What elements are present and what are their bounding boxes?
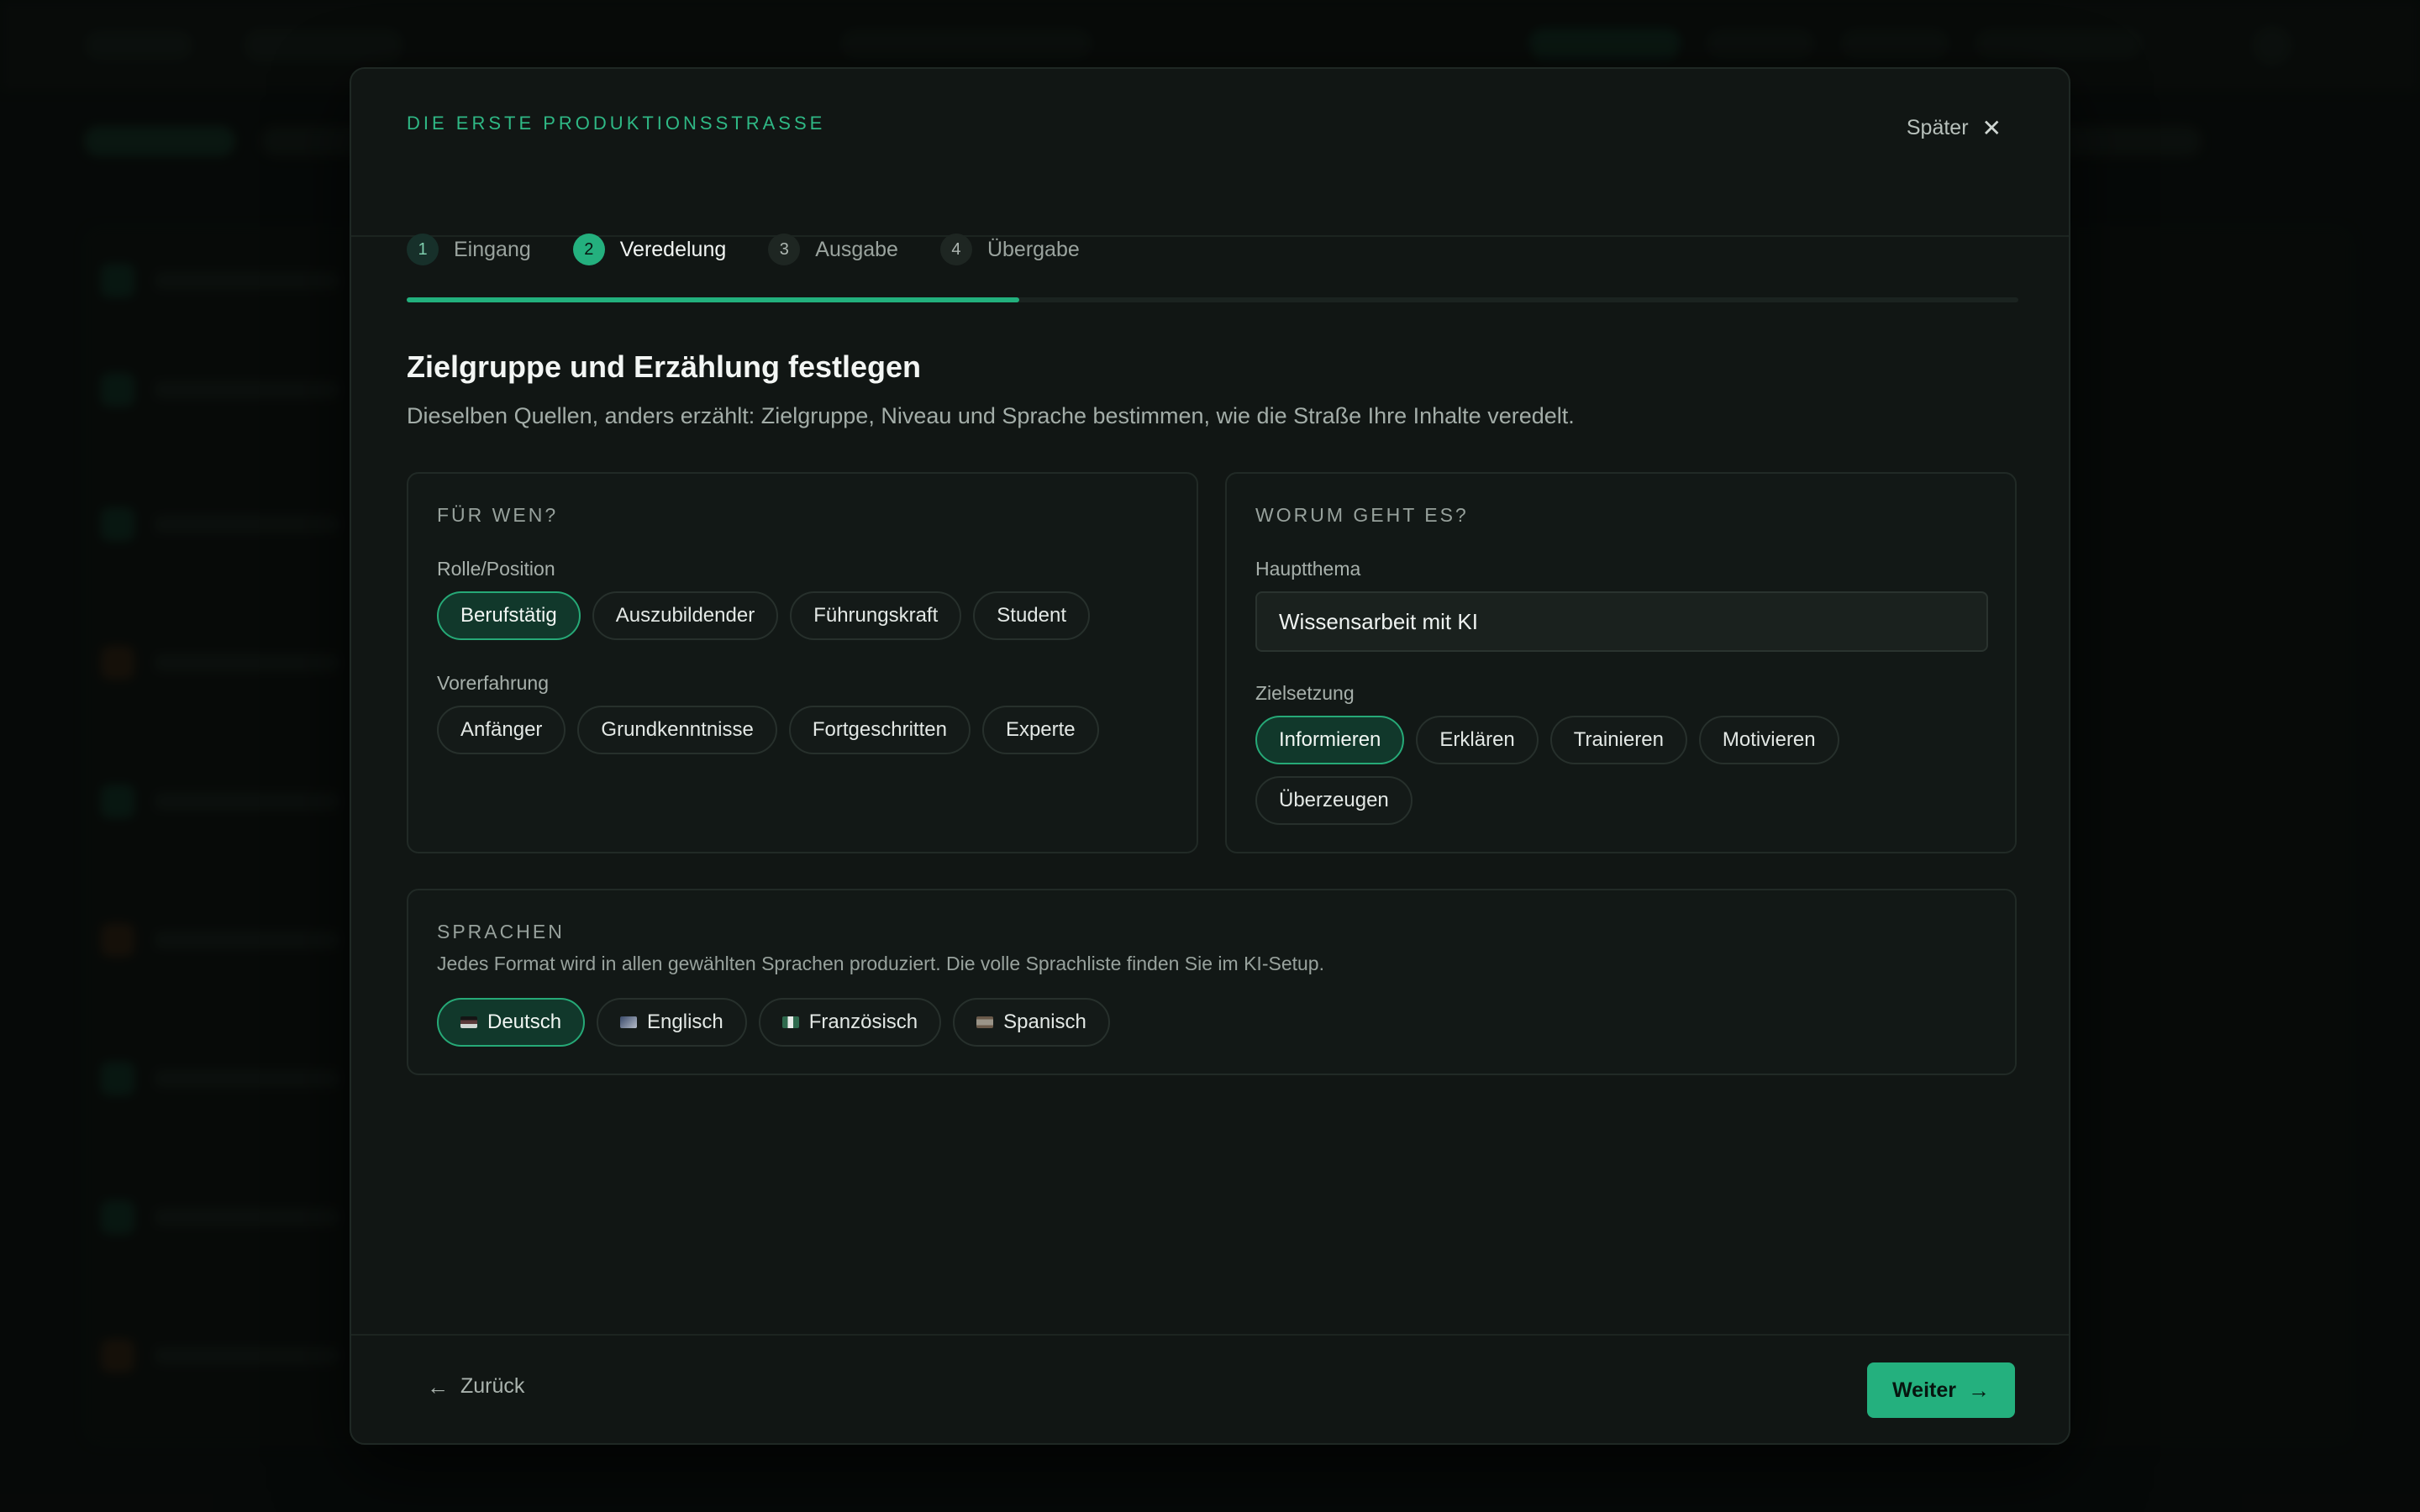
topic-input[interactable]	[1255, 591, 1988, 652]
role-chip[interactable]: Auszubildender	[592, 591, 779, 640]
language-chips: Deutsch Englisch Französisch Spanisch	[437, 998, 1949, 1047]
modal-eyebrow: DIE ERSTE PRODUKTIONSSTRASSE	[407, 113, 826, 134]
role-label: Rolle/Position	[437, 558, 555, 580]
step-2[interactable]: 2 Veredelung	[572, 234, 727, 265]
goal-chip-label: Trainieren	[1573, 728, 1664, 751]
language-chip-label: Französisch	[808, 1011, 918, 1033]
experience-chip-label: Grundkenntnisse	[601, 718, 754, 741]
later-button[interactable]: Später ✕	[1907, 116, 2002, 140]
step-4[interactable]: 4 Übergabe	[939, 234, 1080, 265]
step-label: Übergabe	[986, 237, 1080, 261]
language-chip[interactable]: Englisch	[597, 998, 747, 1047]
experience-chip-label: Fortgeschritten	[812, 718, 947, 741]
close-icon: ✕	[1981, 114, 2002, 141]
back-button[interactable]: ← Zurück	[427, 1374, 524, 1399]
step-3[interactable]: 3 Ausgabe	[768, 234, 898, 265]
experience-chip[interactable]: Fortgeschritten	[788, 706, 971, 754]
modal-header: DIE ERSTE PRODUKTIONSSTRASSE Später ✕ 1E…	[351, 69, 2069, 302]
language-chip[interactable]: Französisch	[758, 998, 942, 1047]
experience-chip[interactable]: Anfänger	[437, 706, 566, 754]
language-chip-label: Spanisch	[1003, 1011, 1086, 1033]
languages-card: SPRACHEN Jedes Format wird in allen gewä…	[407, 889, 2017, 1075]
role-chip-label: Student	[997, 604, 1066, 627]
later-label: Später	[1906, 116, 1969, 139]
next-label: Weiter	[1892, 1378, 1956, 1402]
page-description: Dieselben Quellen, anders erzählt: Zielg…	[407, 403, 1575, 428]
role-chip-label: Auszubildender	[615, 604, 755, 627]
goal-chip[interactable]: Informieren	[1255, 716, 1405, 764]
goal-chip[interactable]: Überzeugen	[1255, 776, 1413, 825]
goal-chips: Informieren Erklären Trainieren Motivieren Ü…	[1255, 716, 1995, 825]
goal-chip[interactable]: Erklären	[1416, 716, 1539, 764]
flag-fr-icon	[781, 1016, 799, 1028]
progress-track	[407, 297, 2018, 302]
goal-label: Zielsetzung	[1255, 682, 1355, 704]
goal-chip[interactable]: Motivieren	[1698, 716, 1839, 764]
role-chip[interactable]: Student	[973, 591, 1090, 640]
experience-chip-label: Experte	[1005, 718, 1076, 741]
goal-chip-label: Erklären	[1439, 728, 1515, 751]
flag-de-icon	[460, 1016, 477, 1028]
arrow-left-icon: ←	[427, 1373, 449, 1399]
topic-heading: WORUM GEHT ES?	[1255, 504, 1469, 526]
step-label: Veredelung	[619, 237, 727, 261]
page-title: Zielgruppe und Erzählung festlegen	[407, 349, 922, 384]
step-label: Ausgabe	[815, 237, 898, 261]
topic-card: WORUM GEHT ES? Hauptthema Zielsetzung In…	[1225, 472, 2017, 853]
topic-label: Hauptthema	[1255, 558, 1361, 580]
arrow-right-icon: →	[1967, 1378, 1990, 1403]
languages-heading: SPRACHEN	[437, 921, 565, 942]
role-chips: Berufstätig Auszubildender Führungskraft St…	[437, 591, 1193, 640]
step-number: 1	[407, 234, 439, 265]
languages-note: Jedes Format wird in allen gewählten Spr…	[437, 953, 1324, 974]
role-chip[interactable]: Berufstätig	[437, 591, 581, 640]
flag-es-icon	[976, 1016, 994, 1028]
goal-chip-label: Informieren	[1279, 728, 1381, 751]
goal-chip-label: Motivieren	[1722, 728, 1816, 751]
step-label: Eingang	[454, 237, 531, 261]
goal-chip-label: Überzeugen	[1279, 789, 1389, 811]
step-number: 4	[939, 234, 972, 265]
role-chip-label: Berufstätig	[460, 604, 557, 627]
step-1[interactable]: 1 Eingang	[407, 234, 531, 265]
goal-chip[interactable]: Trainieren	[1549, 716, 1687, 764]
language-chip-label: Deutsch	[487, 1011, 562, 1033]
next-button[interactable]: Weiter →	[1867, 1362, 2015, 1418]
flag-en-icon	[620, 1016, 638, 1028]
audience-card: FÜR WEN? Rolle/Position Berufstätig Auszu…	[407, 472, 1198, 853]
step-number: 3	[768, 234, 801, 265]
modal-footer: ← Zurück Weiter →	[351, 1334, 2069, 1443]
experience-chip[interactable]: Experte	[981, 706, 1099, 754]
language-chip[interactable]: Spanisch	[953, 998, 1110, 1047]
onboarding-modal: DIE ERSTE PRODUKTIONSSTRASSE Später ✕ 1E…	[350, 67, 2070, 1445]
back-label: Zurück	[460, 1374, 525, 1398]
role-chip-label: Führungskraft	[813, 604, 939, 627]
role-chip[interactable]: Führungskraft	[790, 591, 962, 640]
audience-heading: FÜR WEN?	[437, 504, 559, 526]
experience-chip-label: Anfänger	[460, 718, 543, 741]
experience-label: Vorerfahrung	[437, 672, 549, 694]
language-chip[interactable]: Deutsch	[437, 998, 586, 1047]
step-number: 2	[572, 234, 605, 265]
stepper: 1 Eingang 2 Veredelung 3 Ausgabe 4 Übergabe	[407, 234, 1080, 265]
experience-chip[interactable]: Grundkenntnisse	[577, 706, 777, 754]
language-chip-label: Englisch	[647, 1011, 723, 1033]
progress-fill	[407, 297, 1019, 302]
experience-chips: Anfänger Grundkenntnisse Fortgeschritten Ex…	[437, 706, 1193, 754]
